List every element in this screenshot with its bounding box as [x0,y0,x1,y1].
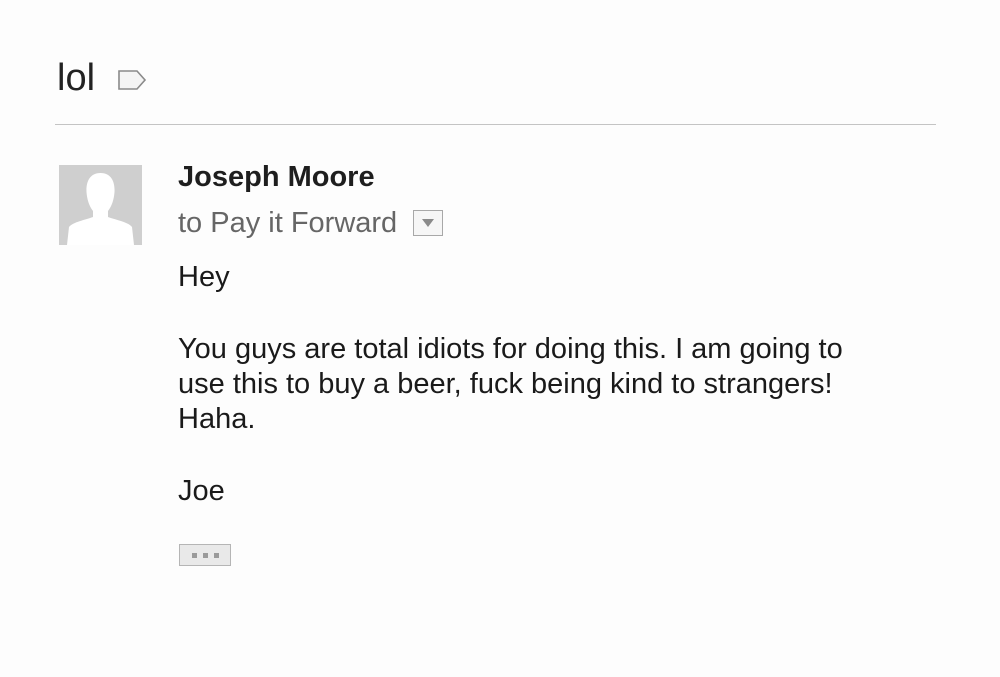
body-signature: Joe [178,475,225,507]
email-subject: lol [57,57,96,99]
show-trimmed-content-button[interactable] [179,544,231,566]
show-details-button[interactable] [413,210,444,236]
body-line: You guys are total idiots for doing this… [178,333,843,365]
header-divider [55,124,936,125]
recipient-row: to Pay it Forward [178,204,444,242]
body-line: Haha. [178,403,256,435]
recipient-line: to Pay it Forward [178,207,398,239]
triangle-down-icon [422,219,435,227]
ellipsis-icon [191,552,197,558]
sender-avatar [59,165,142,245]
message-body: Hey You guys are total idiots for doing … [178,260,938,509]
body-greeting: Hey [178,261,230,293]
body-line: use this to buy a beer, fuck being kind … [178,368,833,400]
ellipsis-icon [213,552,219,558]
label-tag-icon[interactable] [117,69,147,91]
ellipsis-icon [202,552,208,558]
subject-row: lol [57,52,147,104]
sender-name: Joseph Moore [178,161,375,193]
body-paragraph: You guys are total idiots for doing this… [178,332,938,437]
person-silhouette-icon [59,165,142,245]
